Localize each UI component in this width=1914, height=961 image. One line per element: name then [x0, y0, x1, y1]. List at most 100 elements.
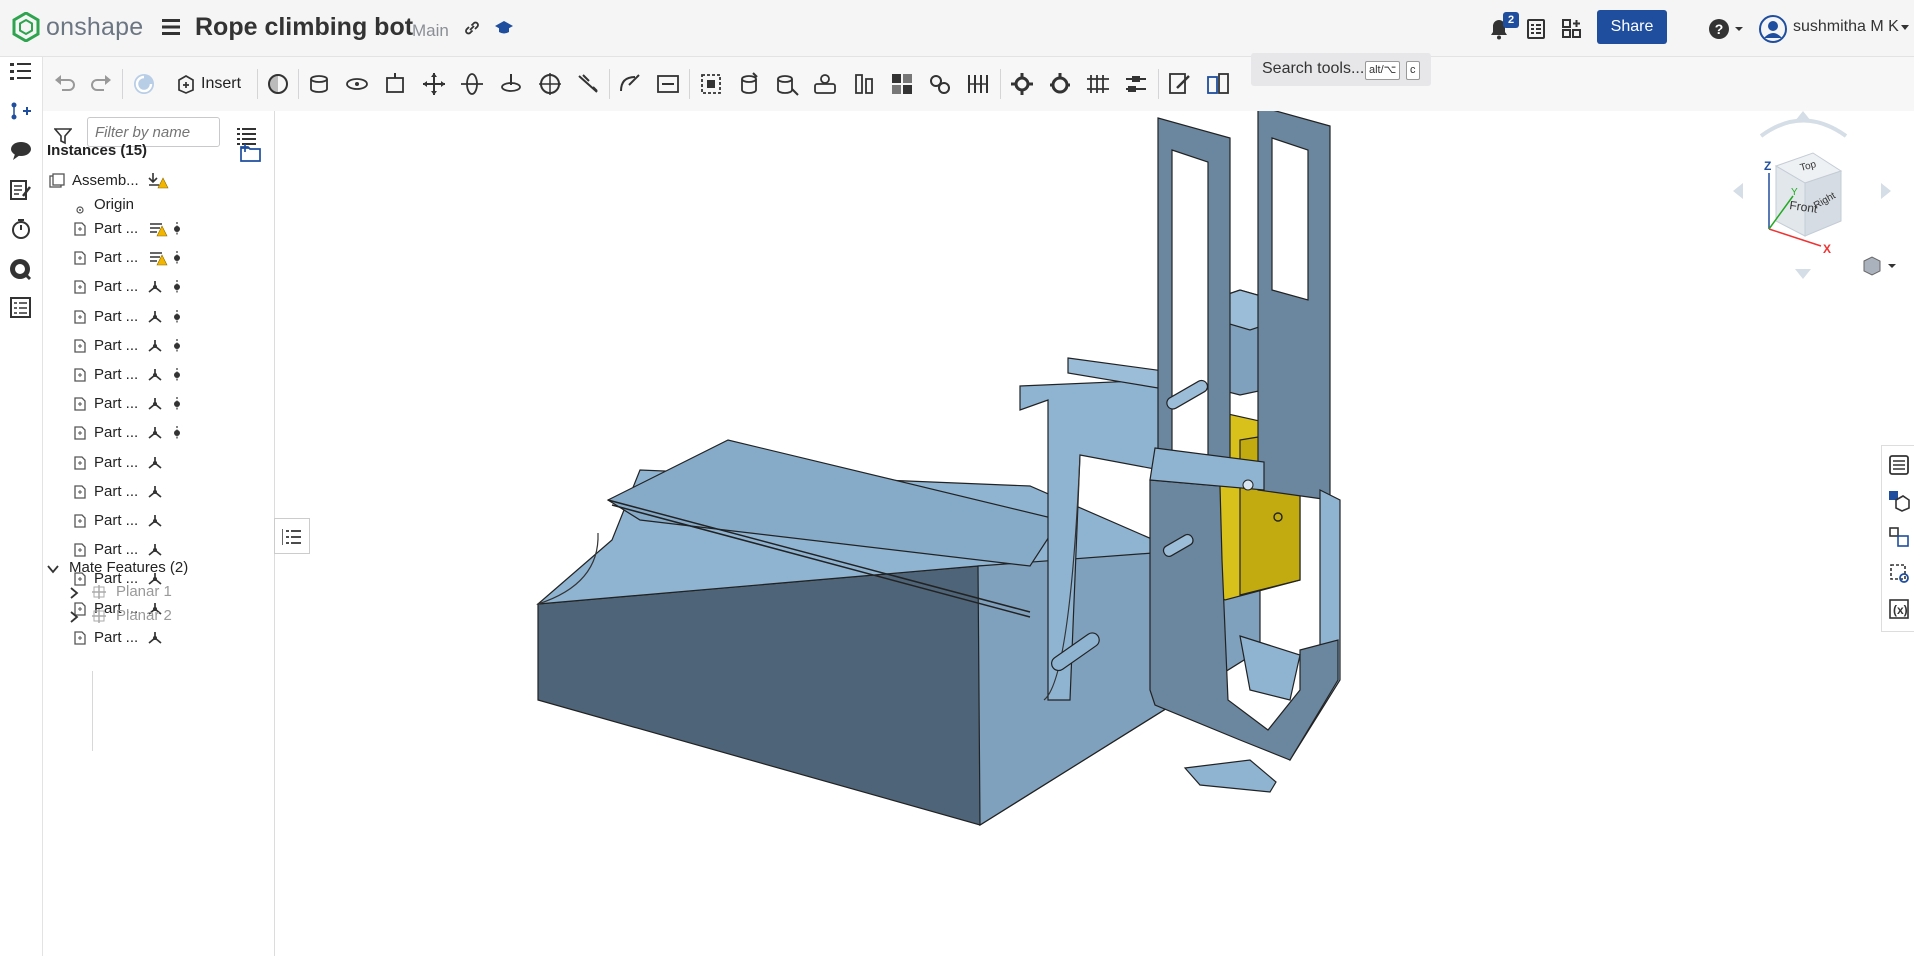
gear-settings-icon[interactable] — [1047, 71, 1073, 97]
document-title[interactable]: Rope climbing bot — [195, 13, 413, 42]
tree-guide — [92, 671, 93, 751]
parallel-mate-icon[interactable] — [575, 71, 601, 97]
rack-pinion-icon[interactable] — [965, 71, 991, 97]
tree-item-part[interactable]: Part ... — [43, 392, 274, 416]
model-3d-view[interactable] — [275, 105, 1914, 956]
tree-item-part[interactable]: Part ... — [43, 275, 274, 299]
share-button[interactable]: Share — [1597, 10, 1667, 44]
tree-item-part[interactable]: Part ... — [43, 217, 274, 241]
origin-icon — [76, 201, 84, 214]
tree-item-part[interactable]: Part ... — [43, 334, 274, 358]
tree-item-mate[interactable]: Planar 2 — [43, 604, 274, 628]
animation-icon[interactable] — [9, 218, 33, 240]
svg-text:(x): (x) — [1893, 603, 1908, 617]
appearance-icon[interactable] — [1888, 490, 1910, 512]
width-mate-icon[interactable] — [655, 71, 681, 97]
screw-relation-icon[interactable] — [1123, 71, 1149, 97]
bom-icon[interactable] — [9, 296, 33, 320]
gear-relation-icon[interactable] — [927, 71, 953, 97]
link-icon[interactable] — [463, 19, 481, 37]
branch-name[interactable]: Main — [412, 21, 449, 41]
user-name[interactable]: sushmitha M K — [1793, 18, 1899, 36]
replicate-icon[interactable] — [774, 71, 800, 97]
group-icon[interactable] — [736, 71, 762, 97]
mate-values-icon[interactable] — [1888, 526, 1910, 548]
fixed-triad-icon — [147, 630, 163, 646]
tree-item-part[interactable]: Part ... — [43, 363, 274, 387]
tree-item-mate-features[interactable]: Mate Features (2) — [43, 556, 274, 580]
add-folder-icon[interactable] — [240, 143, 262, 163]
tree-item-part[interactable]: Part ... — [43, 305, 274, 329]
feature-list-icon[interactable] — [9, 61, 33, 83]
user-avatar[interactable] — [1759, 15, 1787, 43]
pin-slot-mate-icon[interactable] — [498, 71, 524, 97]
cylindrical-mate-icon[interactable] — [459, 71, 485, 97]
properties-icon[interactable] — [1888, 454, 1910, 476]
tangent-mate-icon[interactable] — [617, 71, 643, 97]
variables-icon[interactable]: (x) — [1888, 598, 1910, 620]
part-label: Part ... — [94, 424, 139, 442]
fixed-triad-icon — [147, 396, 163, 412]
toolbar: Insert — [43, 57, 1914, 111]
shortcut-key-alt: alt/⌥ — [1365, 61, 1401, 80]
insert-button[interactable]: Insert — [177, 69, 241, 99]
tree-item-part[interactable]: Part ... — [43, 421, 274, 445]
shortcut-key-c: c — [1406, 61, 1420, 80]
ball-mate-icon[interactable] — [537, 71, 563, 97]
separator — [257, 69, 258, 99]
onshape-logo-icon — [12, 12, 40, 42]
planar-mate-icon[interactable] — [421, 71, 447, 97]
redo-icon[interactable] — [89, 71, 115, 97]
mirror-icon[interactable] — [851, 71, 877, 97]
chevron-down-icon[interactable] — [1900, 24, 1910, 32]
explode-icon[interactable] — [889, 71, 915, 97]
measure-icon[interactable] — [8, 257, 34, 281]
orbit-left-icon — [1733, 183, 1743, 199]
undo-icon[interactable] — [51, 71, 77, 97]
gears-icon[interactable] — [1009, 71, 1035, 97]
comments-icon[interactable] — [9, 140, 33, 162]
warning-icon — [147, 249, 169, 267]
help-icon[interactable]: ? — [1708, 18, 1744, 40]
app-store-icon[interactable] — [1562, 19, 1582, 39]
panel-collapse-toggle[interactable] — [274, 518, 310, 554]
part-label: Part ... — [94, 336, 139, 354]
rotate-arrow-icon — [1759, 118, 1848, 138]
pattern-icon[interactable] — [812, 71, 838, 97]
tree-item-origin[interactable]: Origin — [43, 193, 274, 217]
left-rail — [0, 57, 43, 956]
mate-pin-icon — [172, 249, 182, 267]
mate-connector-icon[interactable] — [698, 71, 724, 97]
tree-item-assembly[interactable]: Assemb... — [43, 169, 274, 193]
education-icon[interactable] — [494, 19, 514, 37]
chevron-down-icon[interactable] — [47, 562, 59, 574]
tree-item-part[interactable]: Part ... — [43, 509, 274, 533]
tree-item-part[interactable]: Part ... — [43, 480, 274, 504]
tree-item-mate[interactable]: Planar 1 — [43, 580, 274, 604]
tree-item-part[interactable]: Part ... — [43, 626, 274, 650]
menu-icon[interactable] — [162, 18, 182, 36]
tasks-icon[interactable] — [1527, 19, 1545, 39]
slider-mate-icon[interactable] — [382, 71, 408, 97]
tree-item-part[interactable]: Part ... — [43, 246, 274, 270]
chevron-right-icon[interactable] — [69, 610, 79, 623]
configurations-icon[interactable] — [1205, 71, 1231, 97]
edit-icon[interactable] — [1167, 71, 1193, 97]
fixed-triad-icon — [147, 309, 163, 325]
named-positions-icon[interactable] — [1888, 562, 1910, 584]
part-label: Part ... — [94, 395, 139, 413]
notes-icon[interactable] — [9, 179, 33, 201]
chevron-right-icon[interactable] — [69, 586, 79, 599]
fastened-mate-icon[interactable] — [306, 71, 332, 97]
tree-item-part[interactable]: Part ... — [43, 451, 274, 475]
view-options-icon[interactable] — [1860, 255, 1900, 277]
regenerate-icon[interactable] — [131, 71, 157, 97]
search-tools-button[interactable]: Search tools... alt/⌥ c — [1251, 53, 1431, 86]
linear-relation-icon[interactable] — [1085, 71, 1111, 97]
insert-instance-icon[interactable] — [9, 100, 33, 122]
revolute-mate-icon[interactable] — [344, 71, 370, 97]
onshape-logo[interactable]: onshape — [12, 12, 143, 42]
hook — [1183, 759, 1277, 793]
linear-pattern-icon[interactable] — [265, 71, 291, 97]
graphics-area[interactable]: Front Top Right Z X Y — [275, 105, 1914, 956]
